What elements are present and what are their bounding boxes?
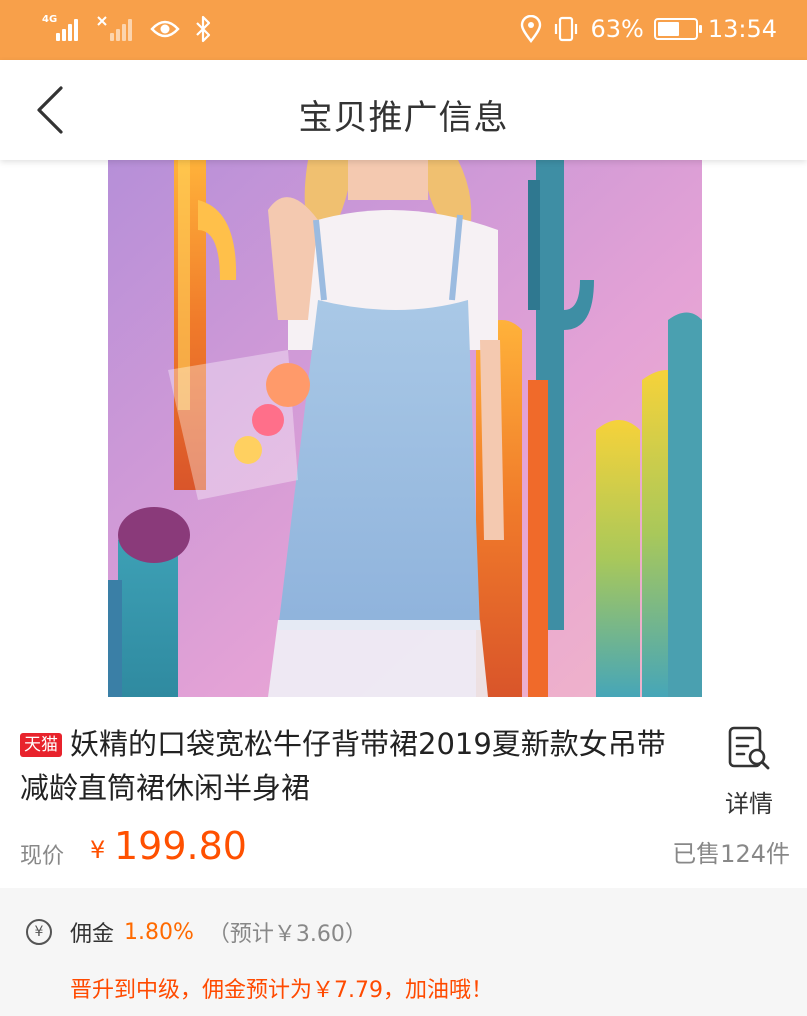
nav-bar: 宝贝推广信息 xyxy=(0,60,807,160)
price-row: 现价 ¥ 199.80 已售124件 xyxy=(20,820,790,876)
bluetooth-icon xyxy=(196,15,211,43)
product-image[interactable] xyxy=(108,160,702,697)
signal-no-sim-icon xyxy=(96,15,136,43)
detail-label: 详情 xyxy=(725,790,773,818)
eye-comfort-icon xyxy=(150,20,180,38)
status-bar: 4G 63% 13:54 xyxy=(0,0,807,60)
status-bar-left: 4G xyxy=(42,12,212,46)
product-title: 天猫 妖精的口袋宽松牛仔背带裙2019夏新款女吊带减龄直筒裙休闲半身裙 xyxy=(20,722,680,810)
battery-percent: 63% xyxy=(590,15,644,43)
commission-panel: ¥ 佣金 1.80% （预计￥3.60） 晋升到中级，佣金预计为￥7.79，加油… xyxy=(0,888,807,1016)
commission-rate: 1.80% xyxy=(124,919,194,945)
commission-estimate: （预计￥3.60） xyxy=(207,922,367,947)
network-type-label: 4G xyxy=(42,14,58,25)
battery-icon xyxy=(653,18,702,40)
product-title-text: 妖精的口袋宽松牛仔背带裙2019夏新款女吊带减龄直筒裙休闲半身裙 xyxy=(20,727,666,805)
commission-label: 佣金 xyxy=(70,922,115,947)
clock: 13:54 xyxy=(707,15,777,43)
vibrate-icon xyxy=(555,16,578,42)
status-bar-right: 63% 13:54 xyxy=(520,12,777,46)
price-value: 199.80 xyxy=(114,824,247,868)
detail-button[interactable]: 详情 xyxy=(716,726,782,818)
yen-circle-icon: ¥ xyxy=(26,919,52,945)
currency-symbol: ¥ xyxy=(90,836,106,864)
commission-line: ¥ 佣金 1.80% （预计￥3.60） xyxy=(26,916,367,948)
price-label: 现价 xyxy=(20,844,65,869)
tmall-badge: 天猫 xyxy=(20,733,62,757)
sold-count: 已售124件 xyxy=(672,840,790,868)
location-icon xyxy=(521,15,542,43)
promotion-message: 晋升到中级，佣金预计为￥7.79，加油哦！ xyxy=(70,978,493,1003)
document-search-icon xyxy=(728,726,770,770)
page-title: 宝贝推广信息 xyxy=(298,98,509,138)
signal-4g-icon: 4G xyxy=(42,15,82,43)
product-photo-graphic xyxy=(108,160,702,697)
